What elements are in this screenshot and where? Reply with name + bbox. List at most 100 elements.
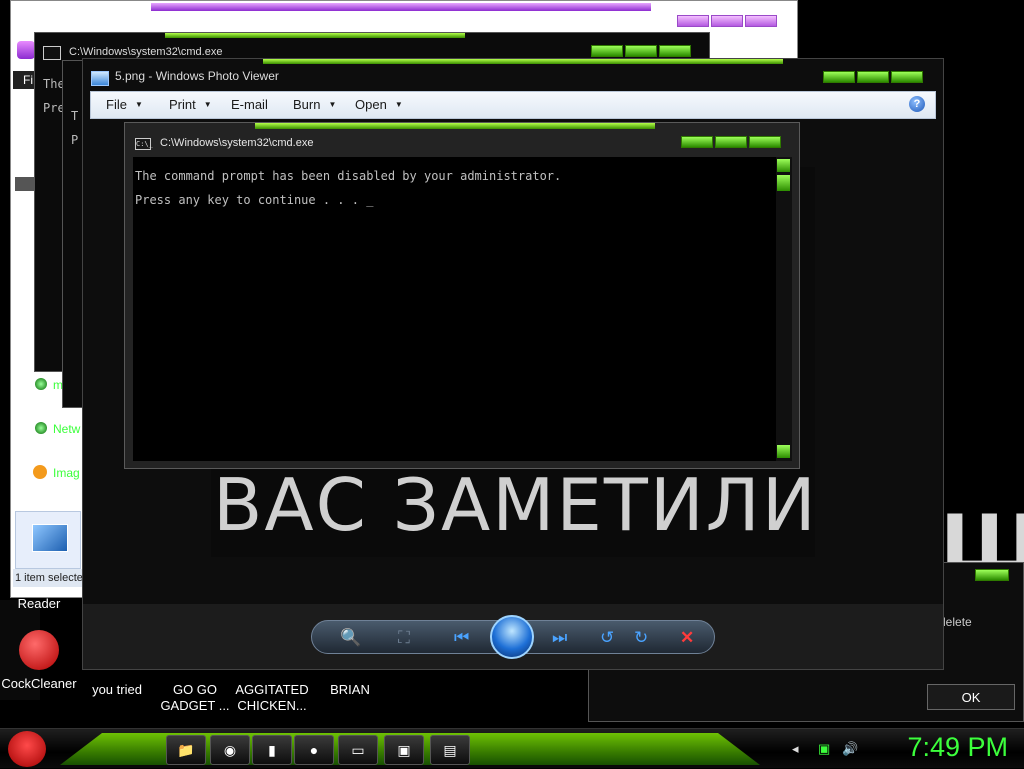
console-output[interactable]: The command prompt has been disabled by … [133,157,776,461]
clock[interactable]: 7:49 PM [907,732,1008,763]
menu-label: File [106,97,127,112]
taskbar-folder[interactable]: 📁 [166,735,206,765]
chrome-icon: ◉ [223,742,237,758]
tray-arrow-icon[interactable]: ◂ [792,741,799,757]
globe-icon [35,378,47,390]
cmd-icon: C:\_ [135,138,153,150]
menu-email[interactable]: E-mail [231,97,268,112]
window-title-glow [151,3,651,11]
close-button[interactable] [891,71,923,83]
window-controls[interactable] [681,136,781,148]
menu-label: Open [355,97,387,112]
sidebar-item-network[interactable]: Netw [53,422,80,436]
angry-bird-start-icon [8,731,46,767]
scroll-down-button[interactable] [777,445,790,458]
scrollbar[interactable] [776,157,792,461]
desktop-icon-label: Reader [17,596,61,611]
desktop-icon-brian[interactable]: BRIAN [311,682,389,698]
cmd-icon [43,46,61,60]
desktop-icon-label: CockCleaner [1,676,77,691]
desktop-icon-aggitated-chicken[interactable]: AGGITATED CHICKEN... [233,682,311,714]
desktop: Ш Fi 1 item selecte m Netw Imag C:\Windo… [0,0,1024,728]
menu-print[interactable]: Print ▼ [169,97,212,112]
next-icon[interactable]: ⏭ [552,628,567,648]
delete-icon[interactable]: ✕ [680,628,694,648]
scroll-up-button[interactable] [777,159,790,172]
minimize-button[interactable] [677,15,709,27]
close-button[interactable] [659,45,691,57]
console-line: T [71,109,79,123]
chevron-down-icon: ▼ [203,100,212,109]
desktop-icon-label: AGGITATED CHICKEN... [235,682,309,713]
taskbar-photo-viewer[interactable]: ▣ [384,735,424,765]
angry-birds-icon: ● [309,742,319,758]
taskbar-notepad[interactable]: ▤ [430,735,470,765]
chevron-down-icon: ▼ [394,100,403,109]
photo-toolbar: 🔍 ⛶ ⏮ ⏭ ↺ ↻ ✕ [311,615,715,659]
close-button[interactable] [745,15,777,27]
desktop-icon-go-go-gadget[interactable]: GO GO GADGET ... [156,682,234,714]
minimize-button[interactable] [823,71,855,83]
menu-bar: File ▼ Print ▼ E-mail Burn ▼ Open ▼ ? [90,91,936,119]
taskbar-angry-birds[interactable]: ● [294,735,334,765]
close-button[interactable] [975,569,1009,581]
rotate-right-icon[interactable]: ↻ [634,628,648,648]
cmd-window[interactable]: C:\_ C:\Windows\system32\cmd.exe The com… [124,122,800,469]
menu-burn[interactable]: Burn ▼ [293,97,336,112]
rotate-left-icon[interactable]: ↺ [600,628,614,648]
taskbar-cmd[interactable]: ▭ [338,735,378,765]
desktop-icon-label: GO GO GADGET ... [160,682,230,713]
chevron-down-icon: ▼ [134,100,143,109]
window-controls[interactable] [975,569,1009,581]
menu-open[interactable]: Open ▼ [355,97,403,112]
minimize-button[interactable] [681,136,713,148]
app-icon [17,41,35,59]
window-controls[interactable] [823,71,923,83]
window-title-glow [165,33,465,38]
desktop-icon-cockcleaner[interactable]: CockCleaner [0,630,78,692]
folder-icon: 📁 [177,742,195,758]
maximize-button[interactable] [715,136,747,148]
help-icon[interactable]: ? [909,96,925,112]
close-button[interactable] [749,136,781,148]
image-icon [32,524,68,552]
photo-viewer-icon [91,71,109,86]
previous-icon[interactable]: ⏮ [454,628,469,648]
window-title-glow [263,59,783,64]
slideshow-icon[interactable] [490,615,534,659]
network-icon[interactable]: ▣ [818,741,830,757]
maximize-button[interactable] [857,71,889,83]
menu-file[interactable]: File ▼ [106,97,143,112]
status-bar: 1 item selecte [13,569,85,587]
start-button[interactable] [2,729,54,769]
window-controls[interactable] [591,45,691,57]
volume-icon[interactable]: 🔊 [842,741,858,757]
taskbar-chrome[interactable]: ◉ [210,735,250,765]
fit-icon[interactable]: ⛶ [398,628,410,648]
window-title: 5.png - Windows Photo Viewer [115,69,279,83]
minimize-button[interactable] [591,45,623,57]
menu-label: E-mail [231,97,268,112]
sidebar-item-images[interactable]: Imag [53,466,80,480]
menu-label: Burn [293,97,321,112]
maximize-button[interactable] [711,15,743,27]
file-thumbnail[interactable] [15,511,81,569]
desktop-icon-reader[interactable]: Reader [0,596,78,612]
menu-label: Print [169,97,196,112]
desktop-icon-label: BRIAN [330,682,370,697]
console-line: The command prompt has been disabled by … [135,169,562,183]
notepad-icon: ▤ [443,742,457,758]
window-controls[interactable] [677,15,777,27]
magnifier-icon[interactable]: 🔍 [340,628,361,648]
scroll-thumb[interactable] [777,175,790,191]
console-line: P [71,133,79,147]
window-title: C:\Windows\system32\cmd.exe [160,137,314,149]
book-icon: ▮ [268,742,276,758]
desktop-icon-you-tried[interactable]: you tried [78,682,156,698]
image-folder-icon [33,465,47,479]
window-title: C:\Windows\system32\cmd.exe [69,46,223,58]
ok-button[interactable]: OK [927,684,1015,710]
maximize-button[interactable] [625,45,657,57]
console-line: Press any key to continue . . . _ [135,193,374,207]
taskbar-book[interactable]: ▮ [252,735,292,765]
